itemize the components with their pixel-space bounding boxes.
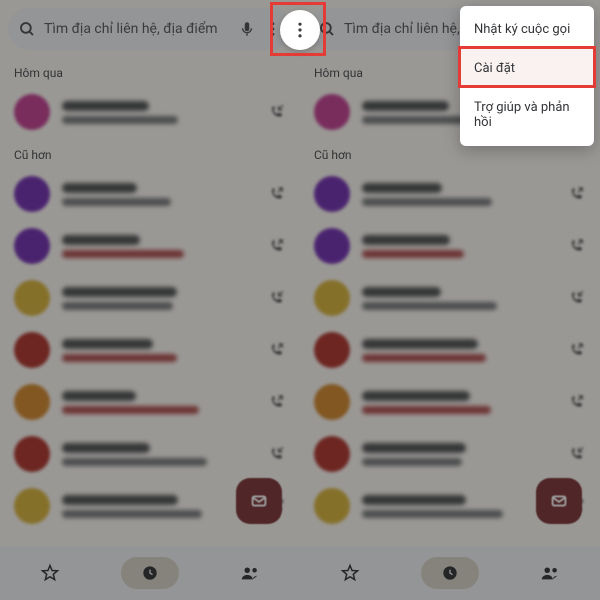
call-log-row[interactable] — [0, 272, 300, 324]
call-log-row[interactable] — [0, 86, 300, 138]
menu-call-history[interactable]: Nhật ký cuộc gọi — [460, 10, 594, 49]
overflow-menu: Nhật ký cuộc gọi Cài đặt Trợ giúp và phả… — [460, 6, 594, 146]
nav-contacts[interactable] — [521, 557, 579, 589]
call-log-row[interactable] — [300, 428, 600, 480]
call-log-row[interactable] — [0, 168, 300, 220]
bottom-nav — [0, 546, 300, 600]
call-incoming-icon[interactable] — [268, 289, 286, 307]
call-incoming-icon[interactable] — [268, 103, 286, 121]
call-log-row[interactable] — [300, 376, 600, 428]
menu-settings[interactable]: Cài đặt — [460, 49, 594, 88]
nav-favorites[interactable] — [321, 557, 379, 589]
call-outgoing-icon[interactable] — [568, 341, 586, 359]
menu-help-feedback[interactable]: Trợ giúp và phản hồi — [460, 88, 594, 142]
search-icon — [318, 20, 336, 38]
call-outgoing-icon[interactable] — [268, 185, 286, 203]
call-incoming-icon[interactable] — [568, 445, 586, 463]
more-button-highlighted[interactable] — [280, 10, 320, 50]
call-log-row[interactable] — [300, 168, 600, 220]
call-log-row[interactable] — [0, 324, 300, 376]
call-log-row[interactable] — [0, 220, 300, 272]
call-log-row[interactable] — [300, 220, 600, 272]
nav-contacts[interactable] — [221, 557, 279, 589]
call-outgoing-icon[interactable] — [568, 237, 586, 255]
call-outgoing-icon[interactable] — [268, 237, 286, 255]
voicemail-button[interactable] — [236, 478, 282, 524]
nav-recents[interactable] — [121, 557, 179, 589]
section-yesterday: Hôm qua — [0, 56, 300, 86]
nav-recents[interactable] — [421, 557, 479, 589]
nav-favorites[interactable] — [21, 557, 79, 589]
call-outgoing-icon[interactable] — [268, 393, 286, 411]
call-incoming-icon[interactable] — [268, 445, 286, 463]
search-icon — [18, 20, 36, 38]
call-outgoing-icon[interactable] — [568, 185, 586, 203]
section-older: Cũ hơn — [0, 138, 300, 168]
bottom-nav — [300, 546, 600, 600]
call-outgoing-icon[interactable] — [268, 341, 286, 359]
call-log-row[interactable] — [300, 324, 600, 376]
voicemail-button[interactable] — [536, 478, 582, 524]
search-input[interactable] — [44, 21, 230, 37]
call-log-row[interactable] — [0, 428, 300, 480]
mic-icon[interactable] — [238, 20, 256, 38]
call-incoming-icon[interactable] — [568, 289, 586, 307]
call-log-row[interactable] — [300, 272, 600, 324]
search-bar[interactable] — [8, 8, 292, 50]
call-log-row[interactable] — [0, 376, 300, 428]
call-outgoing-icon[interactable] — [568, 393, 586, 411]
phone-app-left: Hôm qua Cũ hơn — [0, 0, 300, 600]
